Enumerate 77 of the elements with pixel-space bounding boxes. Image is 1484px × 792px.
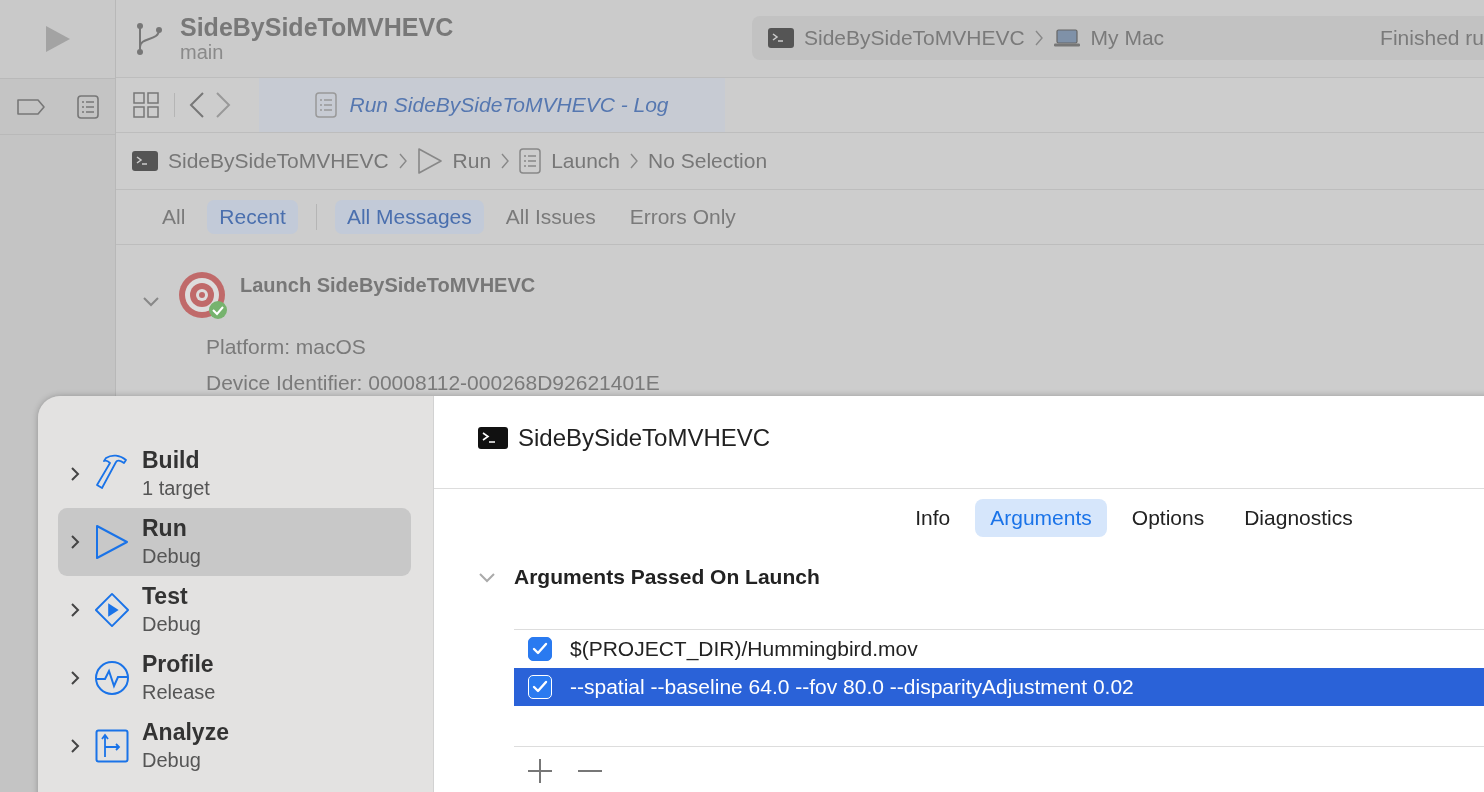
argument-text: --spatial --baseline 64.0 --fov 80.0 --disparityAdjustment 0.02 [570, 675, 1134, 699]
device-name: My Mac [1090, 25, 1165, 50]
document-icon [315, 92, 338, 118]
tab[interactable]: Diagnostics [1229, 499, 1368, 537]
tab[interactable]: Options [1116, 499, 1220, 537]
chevron-icon [70, 466, 80, 482]
scheme-action[interactable]: Run Debug [58, 508, 411, 576]
document-icon [519, 148, 542, 174]
scheme-action[interactable]: Build 1 target [58, 440, 411, 508]
filter-button[interactable]: Recent [207, 200, 298, 234]
forward-icon[interactable] [215, 91, 231, 119]
action-subtitle: Debug [142, 612, 201, 637]
action-subtitle: 1 target [142, 476, 210, 501]
grid-icon[interactable] [132, 91, 160, 119]
action-title: Run [142, 514, 188, 542]
terminal-icon [768, 27, 794, 48]
breadcrumb-item[interactable]: SideBySideToMVHEVC [168, 149, 389, 173]
scheme-action[interactable]: Analyze Debug [58, 712, 411, 780]
tag-icon[interactable] [15, 97, 46, 116]
breadcrumb-item[interactable]: Run [452, 149, 492, 173]
section-title: Arguments Passed On Launch [514, 565, 820, 589]
waveform-icon [94, 660, 130, 696]
disclosure-icon[interactable] [478, 571, 496, 583]
scheme-action[interactable]: Profile Release [58, 644, 411, 712]
status-text: Finished ru [1380, 25, 1484, 50]
destination-bar[interactable]: SideBySideToMVHEVC My Mac Finished ru [752, 15, 1484, 60]
chevron-icon [70, 738, 80, 754]
analyze-icon [94, 729, 130, 763]
log-line: Platform: macOS [206, 334, 367, 360]
breadcrumb-item[interactable]: No Selection [648, 149, 768, 173]
terminal-icon [478, 427, 508, 449]
checkbox[interactable] [528, 637, 552, 661]
filter-button[interactable]: All [150, 200, 198, 234]
chevron-icon [398, 153, 407, 169]
laptop-icon [1052, 27, 1081, 48]
run-button[interactable] [43, 24, 72, 54]
target-name: SideBySideToMVHEVC [518, 424, 771, 452]
log-title: Launch SideBySideToMVHEVC [240, 274, 536, 297]
log-line: Device Identifier: 00008112-000268D92621401E [206, 370, 661, 396]
action-title: Analyze [142, 718, 229, 746]
tab[interactable]: Arguments [975, 499, 1107, 537]
filter-button[interactable]: Errors Only [617, 200, 748, 234]
checkmark-icon [532, 680, 548, 694]
back-icon[interactable] [189, 91, 205, 119]
breadcrumb-item[interactable]: Launch [551, 149, 621, 173]
branch-icon [134, 20, 164, 57]
filter-button[interactable]: All Issues [493, 200, 608, 234]
chevron-icon [1034, 29, 1043, 46]
checkmark-icon [532, 642, 548, 656]
argument-row[interactable]: $(PROJECT_DIR)/Hummingbird.mov [514, 630, 1484, 668]
editor-tab[interactable]: Run SideBySideToMVHEVC - Log [259, 78, 725, 132]
action-subtitle: Release [142, 680, 216, 705]
tab[interactable]: Info [900, 499, 966, 537]
play-icon [94, 522, 130, 562]
terminal-icon [132, 151, 158, 171]
action-title: Build [142, 446, 201, 474]
diamond-play-icon [94, 591, 130, 629]
play-icon [416, 147, 443, 175]
action-subtitle: Debug [142, 748, 202, 773]
argument-text: $(PROJECT_DIR)/Hummingbird.mov [570, 637, 918, 661]
scheme-action[interactable]: Test Debug [58, 576, 411, 644]
action-title: Test [142, 582, 189, 610]
list-icon[interactable] [77, 94, 100, 119]
chevron-icon [501, 153, 510, 169]
action-subtitle: Debug [142, 544, 201, 569]
branch-name: main [180, 41, 225, 64]
chevron-icon [70, 602, 80, 618]
disclosure-icon[interactable] [142, 295, 160, 307]
add-icon[interactable] [526, 757, 554, 785]
chevron-icon [70, 534, 80, 550]
scheme-name: SideBySideToMVHEVC [804, 25, 1025, 50]
action-title: Profile [142, 650, 215, 678]
chevron-icon [630, 153, 639, 169]
chevron-icon [70, 670, 80, 686]
filter-button[interactable]: All Messages [334, 200, 484, 234]
argument-row[interactable]: --spatial --baseline 64.0 --fov 80.0 --disparityAdjustment 0.02 [514, 668, 1484, 706]
scheme-title: SideBySideToMVHEVC [180, 13, 455, 41]
